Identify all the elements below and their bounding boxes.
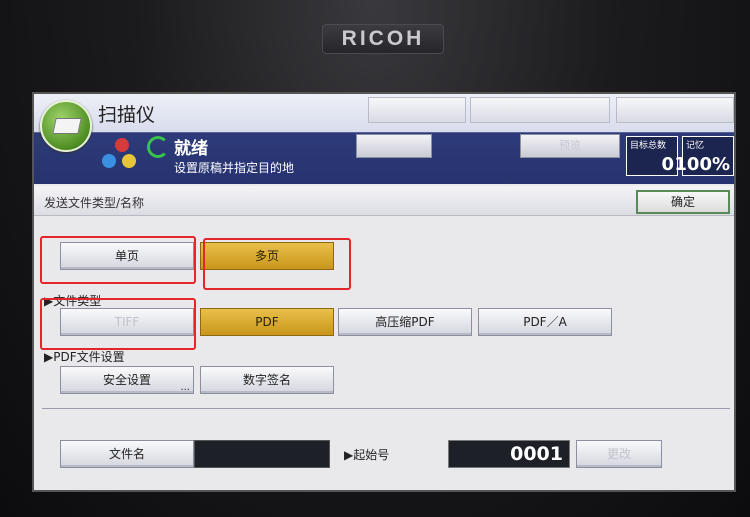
status-subtitle: 设置原稿并指定目的地 <box>174 161 295 175</box>
file-type-compressed-pdf-button[interactable]: 高压缩PDF <box>338 308 472 336</box>
memory-counter: 记忆 100% <box>674 136 734 176</box>
touch-screen: 扫描仪 就绪 设置原稿并指定目的地 预览 目标总数 0 记忆 100% 发送文件… <box>32 92 736 492</box>
top-button-1[interactable] <box>368 97 466 123</box>
highlight-single-page <box>40 236 196 284</box>
change-button[interactable]: 更改 <box>576 440 662 468</box>
color-status-icon <box>102 138 142 174</box>
app-title: 扫描仪 <box>98 104 156 126</box>
top-button-3[interactable] <box>616 97 734 123</box>
ready-spinner-icon <box>147 136 169 158</box>
destination-button[interactable] <box>356 134 432 158</box>
start-number-label: ▶起始号 <box>344 448 390 462</box>
start-number-field[interactable]: 0001 <box>448 440 570 468</box>
brand-logo: RICOH <box>322 24 444 54</box>
security-settings-button[interactable]: 安全设置 ... <box>60 366 194 394</box>
highlight-tiff <box>40 298 196 350</box>
scanner-app-icon <box>40 100 92 152</box>
more-options-icon: ... <box>180 382 190 393</box>
status-title: 就绪 <box>174 139 208 159</box>
file-type-pdfa-button[interactable]: PDF／A <box>478 308 612 336</box>
section-bar: 发送文件类型/名称 确定 <box>34 186 734 216</box>
header: 扫描仪 就绪 设置原稿并指定目的地 预览 目标总数 0 记忆 100% <box>34 94 734 184</box>
total-destinations-counter: 目标总数 0 <box>626 136 678 176</box>
divider <box>42 408 730 409</box>
digital-signature-button[interactable]: 数字签名 <box>200 366 334 394</box>
ok-button[interactable]: 确定 <box>636 190 730 214</box>
counter-memory-value: 100% <box>674 154 730 175</box>
preview-button[interactable]: 预览 <box>520 134 620 158</box>
section-title: 发送文件类型/名称 <box>44 196 145 210</box>
printer-bezel: RICOH 扫描仪 就绪 设置原稿并指定目的地 预览 目标总数 0 记忆 100… <box>0 0 750 517</box>
counter-memory-label: 记忆 <box>686 141 705 151</box>
file-name-button[interactable]: 文件名 <box>60 440 194 468</box>
file-type-pdf-button[interactable]: PDF <box>200 308 334 336</box>
highlight-multi-page <box>203 238 351 290</box>
counter-total-label: 目标总数 <box>630 141 667 151</box>
security-settings-label: 安全设置 <box>102 373 151 387</box>
pdf-settings-label: ▶PDF文件设置 <box>44 350 125 364</box>
top-button-2[interactable] <box>470 97 610 123</box>
file-name-field[interactable] <box>194 440 330 468</box>
counter-total-value: 0 <box>661 154 674 175</box>
